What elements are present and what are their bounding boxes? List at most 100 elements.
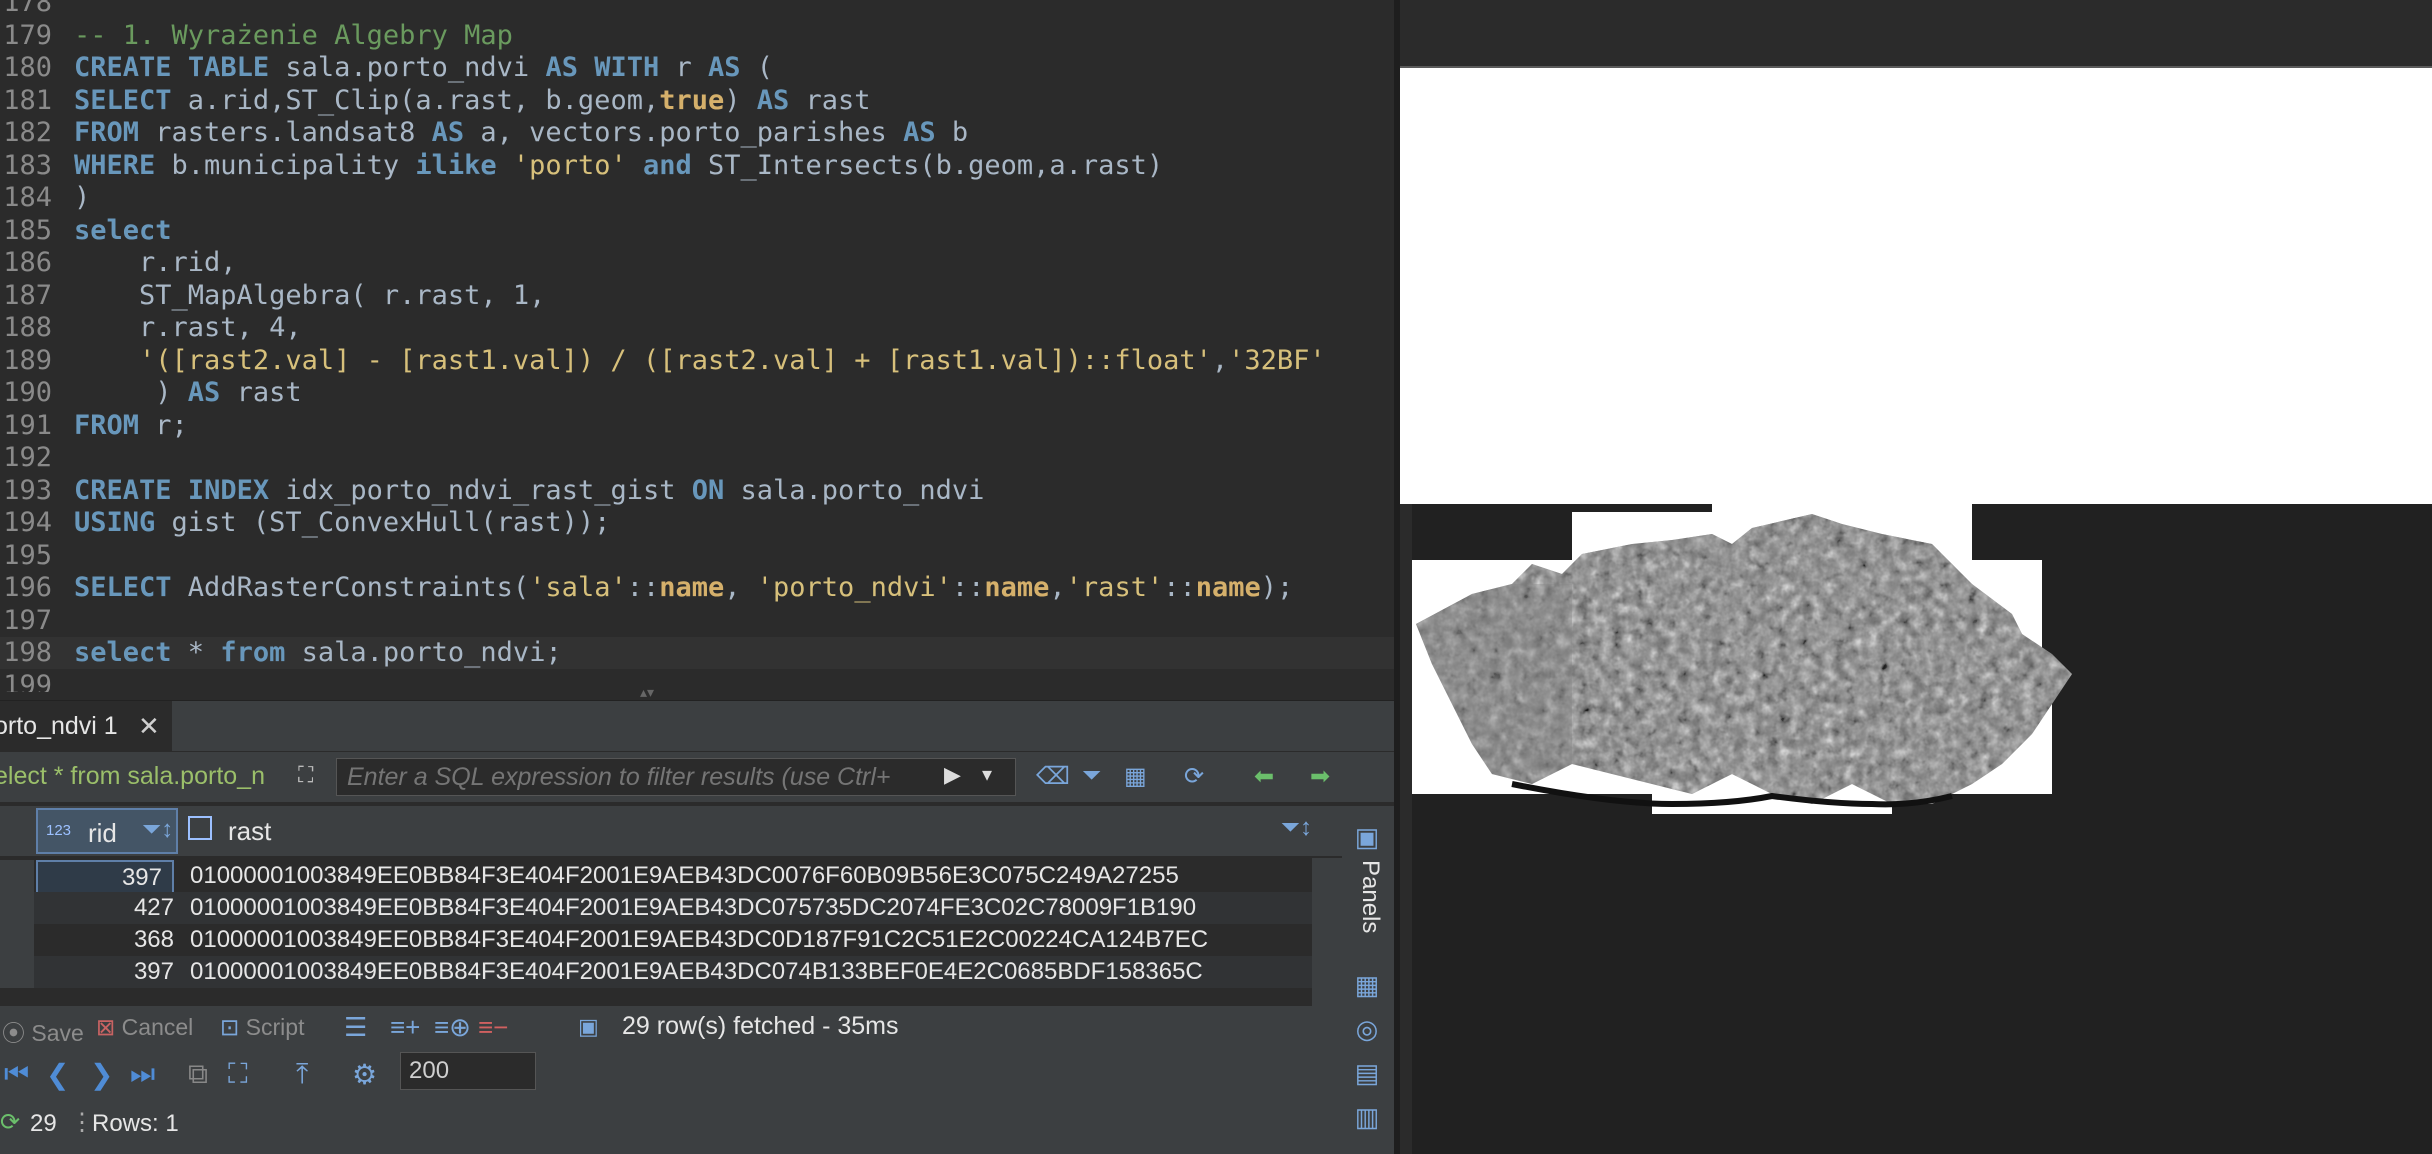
- code-line[interactable]: 187 ST_MapAlgebra( r.rast, 1,: [0, 280, 1394, 312]
- fit-icon[interactable]: ⛶: [228, 1058, 248, 1091]
- code-text[interactable]: USING gist (ST_ConvexHull(rast));: [74, 507, 610, 539]
- filter-icon[interactable]: ⏷: [1082, 762, 1101, 790]
- play-icon[interactable]: ▶: [944, 762, 961, 788]
- expand-icon[interactable]: ⛶: [298, 762, 332, 792]
- code-text[interactable]: ST_MapAlgebra( r.rast, 1,: [74, 280, 545, 312]
- save-button[interactable]: ⦿ Save: [2, 1014, 84, 1048]
- code-line[interactable]: 198 select * from sala.porto_ndvi;: [0, 637, 1394, 669]
- last-page-icon[interactable]: ⏭: [130, 1058, 155, 1091]
- record-icon[interactable]: ◎: [1352, 1014, 1382, 1044]
- results-grid[interactable]: 123 rid ⏷↕ rast ⏷↕ 397 01000001003849EE0…: [0, 806, 1342, 1006]
- refresh-count-icon[interactable]: ⟳: [0, 1108, 20, 1137]
- code-text[interactable]: WHERE b.municipality ilike 'porto' and S…: [74, 150, 1163, 182]
- gear-icon[interactable]: ⚙: [352, 1058, 377, 1091]
- refresh-icon[interactable]: ⟳: [1184, 762, 1204, 791]
- code-line[interactable]: 180 CREATE TABLE sala.porto_ndvi AS WITH …: [0, 52, 1394, 84]
- panels-icon[interactable]: ▣: [1352, 822, 1382, 852]
- cell-rid[interactable]: 368: [36, 924, 174, 956]
- code-text[interactable]: SELECT AddRasterConstraints('sala'::name…: [74, 572, 1293, 604]
- code-text[interactable]: ): [74, 182, 90, 214]
- code-line[interactable]: 181 SELECT a.rid,ST_Clip(a.rast, b.geom,t…: [0, 85, 1394, 117]
- split-handle-icon[interactable]: ▴▾: [640, 684, 680, 700]
- previous-page-icon[interactable]: ❮: [46, 1058, 69, 1091]
- code-line[interactable]: 184): [0, 182, 1394, 214]
- chevron-down-icon[interactable]: ▾: [982, 762, 992, 787]
- row-number-cell[interactable]: [0, 956, 34, 988]
- code-text[interactable]: select: [74, 215, 172, 247]
- row-number-cell[interactable]: [0, 860, 34, 892]
- column-header-rid[interactable]: 123 rid ⏷↕: [36, 808, 178, 854]
- code-line[interactable]: 188 r.rast, 4,: [0, 312, 1394, 344]
- sort-filter-icon[interactable]: ⏷↕: [142, 816, 173, 844]
- cancel-button[interactable]: ⊠ Cancel: [96, 1014, 193, 1041]
- fetch-all-icon[interactable]: ⧉: [188, 1058, 208, 1091]
- close-icon[interactable]: ✕: [138, 701, 160, 751]
- script-button[interactable]: ⊡ Script: [220, 1014, 304, 1041]
- code-text[interactable]: CREATE TABLE sala.porto_ndvi AS WITH r A…: [74, 52, 773, 84]
- delete-row-icon[interactable]: ≡−: [478, 1012, 508, 1043]
- edit-icon[interactable]: ☰: [344, 1012, 367, 1043]
- code-text[interactable]: r.rast, 4,: [74, 312, 302, 344]
- code-line[interactable]: 189 '([rast2.val] - [rast1.val]) / ([ras…: [0, 345, 1394, 377]
- cell-rast[interactable]: 01000001003849EE0BB84F3E404F2001E9AEB43D…: [190, 892, 1310, 924]
- code-line[interactable]: 196 SELECT AddRasterConstraints('sala'::n…: [0, 572, 1394, 604]
- eraser-icon[interactable]: ⌫: [1036, 762, 1070, 791]
- cell-rast[interactable]: 01000001003849EE0BB84F3E404F2001E9AEB43D…: [190, 860, 1310, 892]
- cell-rid[interactable]: 397: [36, 956, 174, 988]
- next-page-icon[interactable]: ❯: [90, 1058, 113, 1091]
- table-row[interactable]: 397 01000001003849EE0BB84F3E404F2001E9AE…: [0, 956, 1342, 988]
- table-row[interactable]: 427 01000001003849EE0BB84F3E404F2001E9AE…: [0, 892, 1342, 924]
- cell-rid[interactable]: 427: [36, 892, 174, 924]
- code-line[interactable]: 191 FROM r;: [0, 410, 1394, 442]
- vertical-scrollbar[interactable]: [1312, 858, 1342, 1006]
- panels-label[interactable]: Panels: [1344, 860, 1384, 933]
- cell-rast[interactable]: 01000001003849EE0BB84F3E404F2001E9AEB43D…: [190, 956, 1310, 988]
- table-row[interactable]: 368 01000001003849EE0BB84F3E404F2001E9AE…: [0, 924, 1342, 956]
- back-icon[interactable]: ⬅: [1254, 762, 1274, 791]
- more-icon[interactable]: ⋮: [70, 1108, 94, 1137]
- row-number-cell[interactable]: [0, 924, 34, 956]
- copy-row-icon[interactable]: ≡⊕: [434, 1012, 471, 1043]
- code-line[interactable]: 199: [0, 670, 1394, 693]
- code-line[interactable]: 186 r.rid,: [0, 247, 1394, 279]
- cell-rid[interactable]: 397: [36, 860, 174, 896]
- code-line[interactable]: 179 -- 1. Wyrażenie Algebry Map: [0, 20, 1394, 52]
- fetch-size-input[interactable]: [400, 1052, 536, 1090]
- raster-map[interactable]: [1412, 504, 2432, 1154]
- column-header-rast[interactable]: rast ⏷↕: [182, 808, 1312, 854]
- first-page-icon[interactable]: ⏮: [4, 1058, 29, 1091]
- code-line[interactable]: 193 CREATE INDEX idx_porto_ndvi_rast_gist…: [0, 475, 1394, 507]
- filter-settings-icon[interactable]: ▦: [1124, 762, 1147, 791]
- filter-input[interactable]: [336, 758, 1016, 796]
- sql-editor[interactable]: 178 179 -- 1. Wyrażenie Algebry Map 180 CREA…: [0, 0, 1394, 692]
- layout-icon[interactable]: ▤: [1352, 1058, 1382, 1088]
- filter-query-text[interactable]: elect * from sala.porto_n: [0, 762, 294, 791]
- code-text[interactable]: r.rid,: [74, 247, 237, 279]
- row-number-cell[interactable]: [0, 892, 34, 924]
- code-line[interactable]: 190 ) AS rast: [0, 377, 1394, 409]
- forward-icon[interactable]: ➡: [1310, 762, 1330, 791]
- code-line[interactable]: 178: [0, 0, 1394, 19]
- code-line[interactable]: 197: [0, 605, 1394, 637]
- table-row[interactable]: 397 01000001003849EE0BB84F3E404F2001E9AE…: [0, 860, 1342, 896]
- grid-view-icon[interactable]: ▦: [1352, 970, 1382, 1000]
- code-text[interactable]: ) AS rast: [74, 377, 301, 409]
- sort-filter-icon[interactable]: ⏷↕: [1281, 814, 1312, 842]
- code-text[interactable]: FROM r;: [74, 410, 188, 442]
- tab-results[interactable]: orto_ndvi 1 ✕: [0, 701, 172, 751]
- code-line[interactable]: 195: [0, 540, 1394, 572]
- add-row-icon[interactable]: ≡+: [390, 1012, 420, 1043]
- code-text[interactable]: select * from sala.porto_ndvi;: [74, 637, 562, 669]
- code-line[interactable]: 183 WHERE b.municipality ilike 'porto' an…: [0, 150, 1394, 182]
- code-text[interactable]: CREATE INDEX idx_porto_ndvi_rast_gist ON…: [74, 475, 984, 507]
- code-line[interactable]: 182 FROM rasters.landsat8 AS a, vectors.p…: [0, 117, 1394, 149]
- code-line[interactable]: 194 USING gist (ST_ConvexHull(rast));: [0, 507, 1394, 539]
- code-line[interactable]: 192: [0, 442, 1394, 474]
- code-text[interactable]: '([rast2.val] - [rast1.val]) / ([rast2.v…: [74, 345, 1326, 377]
- code-text[interactable]: -- 1. Wyrażenie Algebry Map: [74, 20, 513, 52]
- code-text[interactable]: SELECT a.rid,ST_Clip(a.rast, b.geom,true…: [74, 85, 871, 117]
- export-icon[interactable]: ⤒: [296, 1058, 308, 1091]
- calc-icon[interactable]: ▥: [1352, 1102, 1382, 1132]
- code-text[interactable]: FROM rasters.landsat8 AS a, vectors.port…: [74, 117, 968, 149]
- code-line[interactable]: 185 select: [0, 215, 1394, 247]
